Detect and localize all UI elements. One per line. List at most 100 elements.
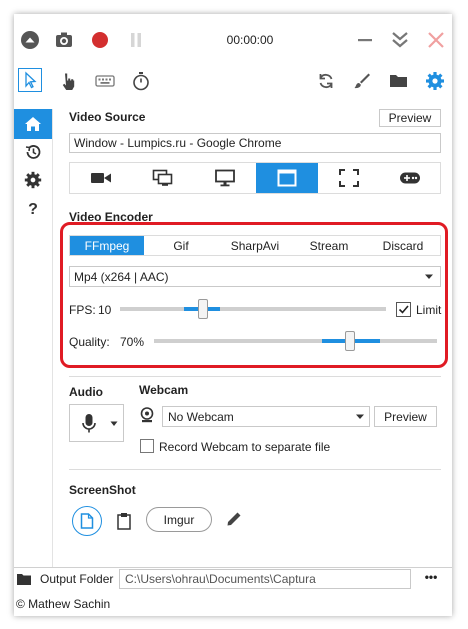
- file-icon: [80, 513, 94, 529]
- fps-slider[interactable]: [120, 296, 386, 322]
- fps-label: FPS:: [69, 303, 96, 317]
- settings-button[interactable]: [424, 70, 446, 92]
- camera-photo-icon: [56, 32, 72, 47]
- refresh-button[interactable]: [316, 71, 336, 91]
- monitor-icon: [215, 169, 235, 187]
- folder-icon: [17, 574, 31, 585]
- source-type-screens[interactable]: [132, 163, 194, 193]
- tab-sharpavi[interactable]: SharpAvi: [218, 236, 292, 255]
- copyright-text: © Mathew Sachin: [16, 597, 111, 611]
- encoder-tabs: FFmpeg Gif SharpAvi Stream Discard: [69, 235, 441, 256]
- quality-slider-track: [154, 339, 437, 343]
- webcam-select[interactable]: No Webcam: [162, 406, 370, 427]
- gear-icon: [426, 72, 444, 90]
- clipboard-icon: [117, 513, 131, 530]
- source-type-game[interactable]: [380, 163, 440, 193]
- more-options-button[interactable]: •••: [414, 568, 448, 588]
- webcam-heading: Webcam: [139, 383, 189, 397]
- fps-slider-track: [120, 307, 386, 311]
- open-folder-button[interactable]: [388, 71, 410, 91]
- expand-button[interactable]: [390, 30, 410, 50]
- quality-slider[interactable]: [154, 328, 437, 354]
- brush-icon: [354, 73, 370, 89]
- tab-gif[interactable]: Gif: [144, 236, 218, 255]
- source-type-region[interactable]: [318, 163, 380, 193]
- section-divider: [69, 469, 441, 470]
- sidebar-item-home[interactable]: [14, 109, 52, 139]
- webcam-icon-holder: [138, 406, 156, 424]
- gear-icon: [24, 171, 42, 189]
- click-tool-button[interactable]: [58, 71, 78, 91]
- minimize-button[interactable]: [356, 31, 374, 49]
- webcam-icon: [140, 407, 154, 423]
- quality-value: 70%: [120, 335, 145, 349]
- codec-select[interactable]: Mp4 (x264 | AAC): [69, 266, 441, 287]
- output-path-field[interactable]: C:\Users\ohrau\Documents\Captura: [119, 569, 411, 589]
- pause-icon: [131, 33, 141, 47]
- microphone-icon: [82, 414, 96, 433]
- overlay-editor-button[interactable]: [352, 71, 372, 91]
- keyboard-icon: [95, 75, 115, 87]
- close-icon: [428, 32, 444, 48]
- video-source-heading: Video Source: [69, 110, 146, 124]
- save-to-disk-button[interactable]: [72, 506, 102, 536]
- sidebar-item-history[interactable]: [23, 142, 43, 162]
- window-icon: [277, 169, 297, 187]
- tab-ffmpeg[interactable]: FFmpeg: [70, 236, 144, 255]
- sidebar-item-about[interactable]: ?: [23, 200, 43, 220]
- tab-discard[interactable]: Discard: [366, 236, 440, 255]
- double-chevron-down-icon: [392, 32, 408, 48]
- section-divider: [69, 376, 441, 377]
- multi-screen-icon: [152, 169, 173, 186]
- quality-slider-thumb[interactable]: [345, 331, 355, 351]
- footer-divider: [14, 567, 452, 568]
- video-encoder-heading: Video Encoder: [69, 210, 153, 224]
- output-folder-label: Output Folder: [40, 572, 114, 586]
- sidebar-divider: [52, 109, 53, 567]
- sidebar-item-settings[interactable]: [23, 170, 43, 190]
- collapse-icon: [21, 31, 39, 49]
- fps-value: 10: [98, 303, 112, 317]
- pointer-tool-button[interactable]: [18, 68, 42, 92]
- audio-heading: Audio: [69, 385, 103, 399]
- region-select-icon: [339, 169, 359, 187]
- fps-slider-thumb[interactable]: [198, 299, 208, 319]
- source-preview-button[interactable]: Preview: [379, 109, 441, 127]
- collapse-button[interactable]: [20, 30, 40, 50]
- history-icon: [25, 145, 41, 159]
- source-type-camera[interactable]: [70, 163, 132, 193]
- hand-pointer-icon: [62, 73, 75, 90]
- source-type-fullscreen[interactable]: [194, 163, 256, 193]
- cursor-icon: [25, 71, 37, 89]
- pause-button[interactable]: [126, 30, 146, 50]
- screenshot-button[interactable]: [54, 30, 74, 50]
- chevron-down-icon: [425, 274, 433, 279]
- webcam-value: No Webcam: [168, 410, 234, 424]
- edit-screenshot-button[interactable]: [226, 511, 242, 527]
- codec-value: Mp4 (x264 | AAC): [74, 270, 169, 284]
- refresh-icon: [319, 73, 333, 89]
- gamepad-icon: [400, 172, 420, 184]
- audio-source-button[interactable]: [69, 404, 124, 442]
- video-camera-icon: [91, 173, 111, 183]
- timer-tool-button[interactable]: [130, 70, 152, 92]
- folder-icon: [390, 75, 407, 87]
- webcam-preview-button[interactable]: Preview: [374, 406, 437, 427]
- source-display: Window - Lumpics.ru - Google Chrome: [69, 133, 441, 153]
- imgur-button[interactable]: Imgur: [146, 507, 212, 532]
- stopwatch-icon: [133, 72, 149, 91]
- keystrokes-tool-button[interactable]: [94, 71, 116, 91]
- record-button[interactable]: [90, 30, 110, 50]
- pencil-icon: [227, 512, 241, 526]
- clipboard-button[interactable]: [116, 512, 132, 530]
- chevron-down-icon: [356, 414, 364, 419]
- tab-stream[interactable]: Stream: [292, 236, 366, 255]
- webcam-separate-checkbox[interactable]: [140, 439, 154, 453]
- source-type-window[interactable]: [256, 163, 318, 193]
- chevron-down-icon: [110, 421, 118, 426]
- limit-checkbox[interactable]: [396, 302, 411, 317]
- close-button[interactable]: [426, 30, 446, 50]
- quality-label: Quality:: [69, 335, 110, 349]
- limit-label: Limit: [416, 303, 442, 317]
- screenshot-heading: ScreenShot: [69, 483, 136, 497]
